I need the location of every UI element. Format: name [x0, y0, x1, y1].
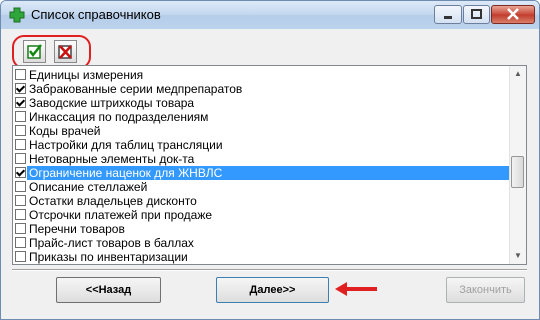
- list-item-checkbox[interactable]: [15, 251, 26, 262]
- list-item[interactable]: Инкассация по подразделениям: [13, 110, 509, 124]
- close-button[interactable]: [491, 5, 535, 24]
- vertical-scrollbar[interactable]: ▲ ▼: [509, 66, 526, 264]
- list-item[interactable]: Ограничение наценок для ЖНВЛС: [13, 166, 509, 180]
- scroll-thumb[interactable]: [511, 156, 524, 188]
- maximize-icon: [471, 9, 482, 19]
- list-item-label: Настройки для таблиц трансляции: [29, 138, 223, 152]
- list-item-checkbox[interactable]: [15, 69, 26, 80]
- reference-list[interactable]: Приказы по инвентаризации Прайс-лист това…: [12, 65, 527, 265]
- minimize-icon: [444, 16, 452, 19]
- list-item[interactable]: Приказы по инвентаризации: [13, 250, 509, 264]
- list-item-label: Описание стеллажей: [29, 180, 148, 194]
- list-item-label: Единицы измерения: [29, 68, 144, 82]
- list-item-label: Перечни товаров: [29, 222, 125, 236]
- green-cross-icon: [9, 7, 25, 23]
- list-item-label: Остатки владельцев дисконто: [29, 194, 197, 208]
- list-item-checkbox[interactable]: [15, 139, 26, 150]
- uncheck-all-button[interactable]: [54, 40, 77, 63]
- list-item-checkbox[interactable]: [15, 111, 26, 122]
- list-item[interactable]: Отсрочки платежей при продаже: [13, 208, 509, 222]
- list-item[interactable]: Остатки владельцев дисконто: [13, 194, 509, 208]
- list-item-checkbox[interactable]: [15, 125, 26, 136]
- check-all-icon: [27, 44, 42, 59]
- next-button[interactable]: Далее>>: [216, 277, 329, 303]
- list-item-checkbox[interactable]: [15, 237, 26, 248]
- check-all-button[interactable]: [23, 40, 46, 63]
- list-item-label: Нетоварные элементы док-та: [29, 152, 195, 166]
- list-item[interactable]: Настройки для таблиц трансляции: [13, 138, 509, 152]
- close-icon: [507, 8, 519, 20]
- list-item-checkbox[interactable]: [15, 223, 26, 234]
- list-item-checkbox[interactable]: [15, 209, 26, 220]
- list-item[interactable]: Забракованные серии медпрепаратов: [13, 82, 509, 96]
- list-item-checkbox[interactable]: [15, 195, 26, 206]
- list-item-label: Отсрочки платежей при продаже: [29, 208, 213, 222]
- list-item[interactable]: Коды врачей: [13, 124, 509, 138]
- list-item-label: Прайс-лист товаров в баллах: [29, 236, 194, 250]
- list-item-label: Инкассация по подразделениям: [29, 110, 209, 124]
- uncheck-all-icon: [58, 45, 72, 59]
- list-item-checkbox[interactable]: [15, 181, 26, 192]
- scroll-up-icon[interactable]: ▲: [510, 66, 526, 82]
- list-item-label: Ограничение наценок для ЖНВЛС: [27, 166, 509, 180]
- finish-button[interactable]: Закончить: [446, 277, 525, 303]
- divider: [12, 269, 527, 271]
- title-bar[interactable]: Список справочников: [1, 1, 539, 29]
- window-title: Список справочников: [31, 7, 161, 22]
- minimize-button[interactable]: [434, 5, 462, 24]
- maximize-button[interactable]: [463, 5, 490, 24]
- dialog-window: Список справочников Приказы по инвентари…: [0, 0, 540, 320]
- scroll-down-icon[interactable]: ▼: [510, 248, 526, 264]
- list-item-label: Приказы по инвентаризации: [29, 250, 188, 264]
- list-item[interactable]: Перечни товаров: [13, 222, 509, 236]
- list-item-label: Заводские штрихкоды товара: [29, 96, 195, 110]
- list-item-checkbox[interactable]: [15, 97, 26, 108]
- arrow-left-icon: [335, 282, 377, 296]
- list-item-checkbox[interactable]: [15, 167, 26, 178]
- list-item-label: Коды врачей: [29, 124, 101, 138]
- list-item[interactable]: Единицы измерения: [13, 68, 509, 82]
- list-item-checkbox[interactable]: [15, 83, 26, 94]
- list-item[interactable]: Прайс-лист товаров в баллах: [13, 236, 509, 250]
- list-item[interactable]: Заводские штрихкоды товара: [13, 96, 509, 110]
- back-button[interactable]: <<Назад: [56, 277, 161, 303]
- list-item-checkbox[interactable]: [15, 153, 26, 164]
- list-item[interactable]: Нетоварные элементы док-та: [13, 152, 509, 166]
- list-item-label: Забракованные серии медпрепаратов: [29, 82, 243, 96]
- list-item[interactable]: Описание стеллажей: [13, 180, 509, 194]
- dialog-client-area: Приказы по инвентаризации Прайс-лист това…: [8, 30, 532, 313]
